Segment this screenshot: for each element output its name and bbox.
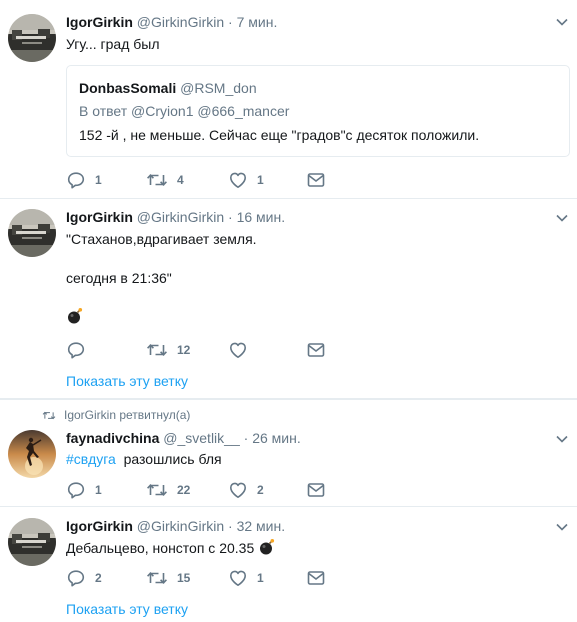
retweet-icon [146, 170, 168, 190]
like-button[interactable] [228, 340, 257, 360]
like-count: 1 [257, 173, 264, 187]
reply-button[interactable] [66, 340, 95, 360]
tweet-header: faynadivchina @_svetlik__ · 26 мин. [66, 430, 301, 446]
envelope-icon [306, 480, 326, 500]
tweet-actions: 2 15 1 [66, 568, 336, 588]
show-thread-link[interactable]: Показать эту ветку [66, 601, 188, 617]
reply-icon [66, 170, 86, 190]
reply-count: 2 [95, 571, 102, 585]
like-button[interactable]: 1 [228, 568, 264, 588]
hashtag-link[interactable]: #свдуга [66, 451, 116, 467]
tweet-actions: 1 4 1 [66, 170, 336, 190]
retweet-button[interactable]: 12 [146, 340, 190, 360]
bomb-emoji-icon [258, 538, 276, 556]
bomb-emoji-icon [66, 307, 84, 325]
message-button[interactable] [306, 340, 326, 360]
chevron-down-icon[interactable] [555, 432, 569, 446]
message-button[interactable] [306, 170, 326, 190]
like-count: 1 [257, 571, 264, 585]
quoted-tweet-text: 152 -й , не меньше. Сейчас еще "градов"с… [79, 127, 480, 143]
chevron-down-icon[interactable] [555, 15, 569, 29]
show-thread-link[interactable]: Показать эту ветку [66, 373, 188, 389]
chevron-down-icon[interactable] [555, 520, 569, 534]
heart-icon [228, 170, 248, 190]
separator-dot: · [228, 209, 233, 225]
reply-count: 1 [95, 173, 102, 187]
retweet-count: 22 [177, 483, 191, 497]
author-handle[interactable]: @GirkinGirkin [137, 14, 224, 30]
reply-prefix: В ответ [79, 103, 128, 119]
avatar[interactable] [8, 209, 56, 257]
reply-button[interactable]: 2 [66, 568, 102, 588]
tweet-header: IgorGirkin @GirkinGirkin · 16 мин. [66, 209, 285, 225]
separator-dot: · [243, 430, 249, 446]
tweet-text: #свдуга разошлись бля [66, 450, 222, 468]
author-name[interactable]: IgorGirkin [66, 209, 133, 225]
heart-icon [228, 480, 248, 500]
retweet-icon [146, 568, 168, 588]
tweet[interactable]: faynadivchina @_svetlik__ · 26 мин. #свд… [0, 399, 577, 507]
mention-link[interactable]: @666_mancer [197, 103, 289, 119]
retweet-count: 12 [177, 343, 191, 357]
avatar[interactable] [8, 430, 56, 478]
reply-icon [66, 480, 86, 500]
quoted-tweet-header: DonbasSomali @RSM_don [79, 80, 257, 96]
reply-context: В ответ @Cryion1 @666_mancer [79, 103, 289, 119]
tweet[interactable]: IgorGirkin @GirkinGirkin · 32 мин. Дебал… [0, 507, 577, 622]
retweet-icon [146, 340, 168, 360]
tweet-actions: 12 [66, 340, 336, 360]
tweet[interactable]: IgorGirkin @GirkinGirkin · 16 мин. "Стах… [0, 199, 577, 399]
retweet-button[interactable]: 22 [146, 480, 190, 500]
like-count: 2 [257, 483, 264, 497]
author-handle[interactable]: @GirkinGirkin [137, 518, 224, 534]
message-button[interactable] [306, 480, 326, 500]
reply-icon [66, 568, 86, 588]
retweet-count: 15 [177, 571, 191, 585]
envelope-icon [306, 568, 326, 588]
author-handle[interactable]: @_svetlik__ [163, 430, 239, 446]
reply-count: 1 [95, 483, 102, 497]
author-handle[interactable]: @GirkinGirkin [137, 209, 224, 225]
like-button[interactable]: 2 [228, 480, 264, 500]
chevron-down-icon[interactable] [555, 211, 569, 225]
tweet-actions: 1 22 2 [66, 480, 336, 500]
quoted-author-name: DonbasSomali [79, 80, 177, 96]
tweet[interactable]: IgorGirkin @GirkinGirkin · 7 мин. Угу...… [0, 0, 577, 199]
separator-dot: · [228, 14, 233, 30]
tweet-header: IgorGirkin @GirkinGirkin · 7 мин. [66, 14, 277, 30]
tweet-text-body: разошлись бля [123, 451, 222, 467]
retweet-count: 4 [177, 173, 184, 187]
reply-button[interactable]: 1 [66, 480, 102, 500]
avatar[interactable] [8, 14, 56, 62]
reply-button[interactable]: 1 [66, 170, 102, 190]
envelope-icon [306, 170, 326, 190]
envelope-icon [306, 340, 326, 360]
timestamp[interactable]: 26 мин. [252, 430, 301, 446]
timestamp[interactable]: 32 мин. [237, 518, 286, 534]
tweet-text: Дебальцево, нонстоп с 20.35 [66, 538, 276, 557]
tweet-text-line: "Стаханов,вдрагивает земля. [66, 231, 257, 247]
author-name[interactable]: IgorGirkin [66, 14, 133, 30]
tweet-text-body: Дебальцево, нонстоп с 20.35 [66, 540, 255, 556]
tweet-header: IgorGirkin @GirkinGirkin · 32 мин. [66, 518, 285, 534]
author-name[interactable]: IgorGirkin [66, 518, 133, 534]
timestamp[interactable]: 16 мин. [237, 209, 286, 225]
reply-icon [66, 340, 86, 360]
timestamp[interactable]: 7 мин. [237, 14, 278, 30]
quoted-tweet[interactable]: DonbasSomali @RSM_don В ответ @Cryion1 @… [66, 65, 570, 157]
retweet-icon [146, 480, 168, 500]
tweet-text-line: сегодня в 21:36" [66, 270, 172, 286]
quoted-author-handle: @RSM_don [180, 80, 257, 96]
retweet-button[interactable]: 4 [146, 170, 184, 190]
author-name[interactable]: faynadivchina [66, 430, 159, 446]
avatar[interactable] [8, 518, 56, 566]
message-button[interactable] [306, 568, 326, 588]
heart-icon [228, 340, 248, 360]
mention-link[interactable]: @Cryion1 [131, 103, 193, 119]
separator-dot: · [228, 518, 233, 534]
tweet-text: Угу... град был [66, 36, 160, 52]
heart-icon [228, 568, 248, 588]
retweet-button[interactable]: 15 [146, 568, 190, 588]
like-button[interactable]: 1 [228, 170, 264, 190]
